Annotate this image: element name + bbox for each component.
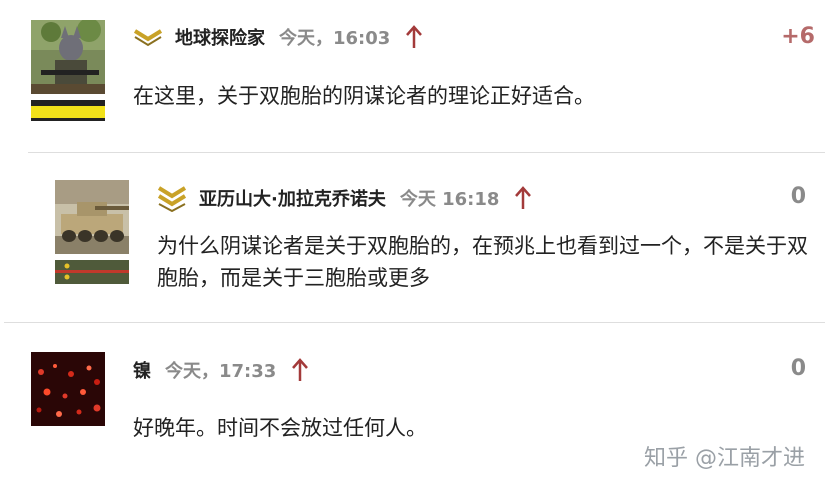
avatar[interactable] [31, 20, 105, 94]
rank-stripe-badge [55, 260, 129, 284]
rank-stripe-badge [31, 98, 105, 122]
comment-text: 好晚年。时间不会放过任何人。 [133, 416, 427, 440]
upvote-arrow-icon[interactable] [290, 357, 310, 383]
watermark: 知乎 @江南才进 [644, 446, 805, 471]
author-name[interactable]: 镍 [133, 357, 151, 383]
comment-score: 0 [790, 184, 806, 209]
avatar[interactable] [31, 352, 105, 426]
timestamp: 今天 16:18 [399, 189, 500, 210]
author-name[interactable]: 亚历山大·加拉克乔诺夫 [199, 185, 386, 211]
comment-score: 0 [790, 356, 806, 381]
avatar[interactable] [55, 180, 129, 254]
comment-text: 在这里，关于双胞胎的阴谋论者的理论正好适合。 [133, 84, 595, 108]
comment-divider [4, 322, 825, 323]
comment-score: +6 [781, 24, 815, 49]
timestamp: 今天，17:33 [165, 361, 277, 382]
upvote-arrow-icon[interactable] [404, 24, 424, 50]
comment-divider [28, 152, 825, 153]
double-chevron-rank-icon [157, 184, 187, 213]
author-name[interactable]: 地球探险家 [175, 24, 265, 50]
upvote-arrow-icon[interactable] [513, 185, 533, 211]
timestamp: 今天，16:03 [279, 28, 391, 49]
chevron-rank-icon [133, 27, 163, 47]
comment-text: 为什么阴谋论者是关于双胞胎的，在预兆上也看到过一个，不是关于双胞胎，而是关于三胞… [157, 234, 808, 290]
